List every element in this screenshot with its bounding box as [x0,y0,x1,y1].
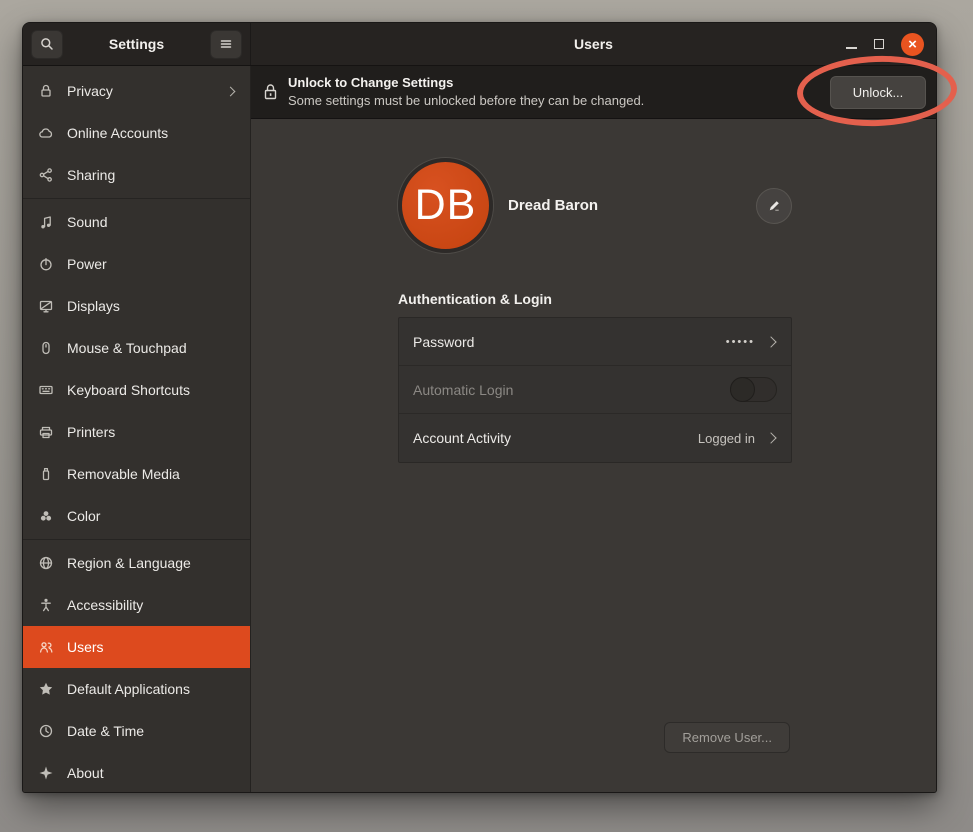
password-dots: ••••• [726,336,755,348]
close-icon[interactable]: × [901,33,924,56]
titlebar: Settings Users × [23,23,936,66]
minimize-icon[interactable] [846,47,857,49]
sidebar-item-removable-media[interactable]: Removable Media [23,453,250,495]
chevron-right-icon [765,432,776,443]
settings-title: Settings [109,36,164,52]
lock-icon [263,83,278,101]
sidebar-item-power[interactable]: Power [23,243,250,285]
unlock-banner-title: Unlock to Change Settings [288,74,644,92]
sidebar-item-printers[interactable]: Printers [23,411,250,453]
chevron-right-icon [226,86,236,96]
toggle-knob [730,377,755,402]
sidebar-item-mouse-touchpad[interactable]: Mouse & Touchpad [23,327,250,369]
sidebar-item-label: Sharing [67,167,115,183]
account-activity-value: Logged in [698,431,755,446]
sidebar-item-label: About [67,765,104,781]
maximize-icon[interactable] [874,39,884,49]
user-header: DB Dread Baron [398,158,792,253]
users-content: DB Dread Baron Authentication & Login Pa… [251,119,936,792]
sidebar: Privacy Online Accounts Sharing [23,66,251,792]
lock-icon [38,83,54,99]
sidebar-item-privacy[interactable]: Privacy [23,70,250,112]
music-note-icon [38,214,54,230]
sidebar-item-users[interactable]: Users [23,626,250,668]
star-icon [38,681,54,697]
sidebar-item-about[interactable]: About [23,752,250,792]
usb-drive-icon [38,466,54,482]
search-button[interactable] [31,30,63,59]
sidebar-item-label: Date & Time [67,723,144,739]
window-controls: × [846,23,924,65]
avatar[interactable]: DB [398,158,493,253]
password-row[interactable]: Password ••••• [399,318,791,366]
sidebar-item-label: Default Applications [67,681,190,697]
display-icon [38,298,54,314]
sidebar-item-sharing[interactable]: Sharing [23,154,250,196]
color-circles-icon [38,508,54,524]
sidebar-item-accessibility[interactable]: Accessibility [23,584,250,626]
auth-section-title: Authentication & Login [398,291,552,307]
sparkle-icon [38,765,54,781]
sidebar-item-label: Privacy [67,83,113,99]
edit-pencil-icon [767,198,782,213]
panel-header: Users × [251,23,936,65]
sidebar-item-default-applications[interactable]: Default Applications [23,668,250,710]
sidebar-item-label: Users [67,639,104,655]
sidebar-item-label: Mouse & Touchpad [67,340,187,356]
sidebar-separator [23,198,250,199]
automatic-login-toggle[interactable] [730,377,777,402]
sidebar-item-online-accounts[interactable]: Online Accounts [23,112,250,154]
sidebar-item-label: Region & Language [67,555,191,571]
menu-button[interactable] [210,30,242,59]
unlock-banner-text: Unlock to Change Settings Some settings … [288,74,644,109]
sidebar-item-label: Displays [67,298,120,314]
sidebar-item-keyboard-shortcuts[interactable]: Keyboard Shortcuts [23,369,250,411]
sidebar-item-displays[interactable]: Displays [23,285,250,327]
sidebar-item-color[interactable]: Color [23,495,250,537]
sidebar-item-label: Online Accounts [67,125,168,141]
mouse-icon [38,340,54,356]
users-icon [38,639,54,655]
user-name: Dread Baron [508,197,598,214]
sidebar-item-label: Printers [67,424,115,440]
main-panel: Unlock to Change Settings Some settings … [251,66,936,792]
panel-title: Users [574,36,613,52]
automatic-login-row: Automatic Login [399,366,791,414]
password-label: Password [413,334,474,350]
search-icon [39,36,55,52]
accessibility-icon [38,597,54,613]
edit-name-button[interactable] [756,188,792,224]
unlock-button[interactable]: Unlock... [830,76,926,109]
account-activity-row[interactable]: Account Activity Logged in [399,414,791,462]
sidebar-item-label: Accessibility [67,597,143,613]
sidebar-item-label: Sound [67,214,107,230]
chevron-right-icon [765,336,776,347]
account-activity-label: Account Activity [413,430,511,446]
settings-window: Settings Users × Pr [22,22,937,793]
globe-icon [38,555,54,571]
sidebar-separator [23,539,250,540]
sidebar-item-label: Keyboard Shortcuts [67,382,190,398]
sidebar-item-region-language[interactable]: Region & Language [23,542,250,584]
sidebar-item-date-time[interactable]: Date & Time [23,710,250,752]
sidebar-item-label: Power [67,256,107,272]
automatic-login-label: Automatic Login [413,382,513,398]
menu-icon [218,36,234,52]
printer-icon [38,424,54,440]
sidebar-item-label: Color [67,508,100,524]
sidebar-item-label: Removable Media [67,466,180,482]
sidebar-header: Settings [23,23,251,65]
share-icon [38,167,54,183]
unlock-banner: Unlock to Change Settings Some settings … [251,66,936,119]
unlock-banner-subtitle: Some settings must be unlocked before th… [288,92,644,110]
sidebar-item-sound[interactable]: Sound [23,201,250,243]
cloud-icon [38,125,54,141]
clock-icon [38,723,54,739]
power-icon [38,256,54,272]
keyboard-icon [38,382,54,398]
auth-settings-list: Password ••••• Automatic Login Acc [398,317,792,463]
remove-user-button[interactable]: Remove User... [664,722,790,753]
